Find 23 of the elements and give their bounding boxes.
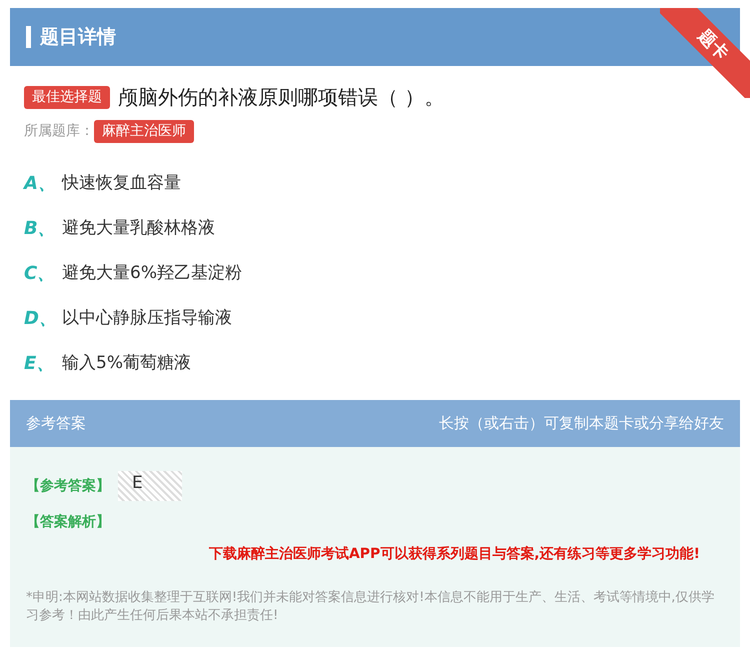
option-letter: A、 [24,172,57,196]
option-letter: B、 [24,217,57,241]
option-text: 以中心静脉压指导输液 [62,306,232,330]
option-text: 避免大量乳酸林格液 [62,216,215,240]
bank-tag[interactable]: 麻醉主治医师 [94,120,194,143]
answer-title: 参考答案 [26,413,86,434]
question-type-tag: 最佳选择题 [24,86,110,108]
option-letter: D、 [24,307,58,331]
option-letter: C、 [24,262,56,286]
promo-text: 下载麻醉主治医师考试APP可以获得系列题目与答案,还有练习等更多学习功能! [208,546,700,562]
option-text: 避免大量6%羟乙基淀粉 [62,262,242,285]
corner-ribbon: 题卡 [660,8,750,98]
answer-label: 【参考答案】 [26,476,110,496]
share-hint: 长按（或右击）可复制本题卡或分享给好友 [439,413,724,434]
analysis-label: 【答案解析】 [26,514,110,530]
bank-label: 所属题库： [24,122,94,141]
disclaimer-text: *申明:本网站数据收集整理于互联网!我们并未能对答案信息进行核对!本信息不能用于生产、生活、考试等情境中,仅供学习参考！由此产生任何后果本站不承担责任! [26,589,716,625]
option-text: 输入5%葡萄糖液 [62,352,191,375]
option-letter: E、 [24,352,56,376]
page-title: 题目详情 [26,26,116,48]
answer-value: E [118,471,182,501]
question-text: 颅脑外伤的补液原则哪项错误（ ）。 [118,84,444,111]
option-text: 快速恢复血容量 [62,172,181,195]
